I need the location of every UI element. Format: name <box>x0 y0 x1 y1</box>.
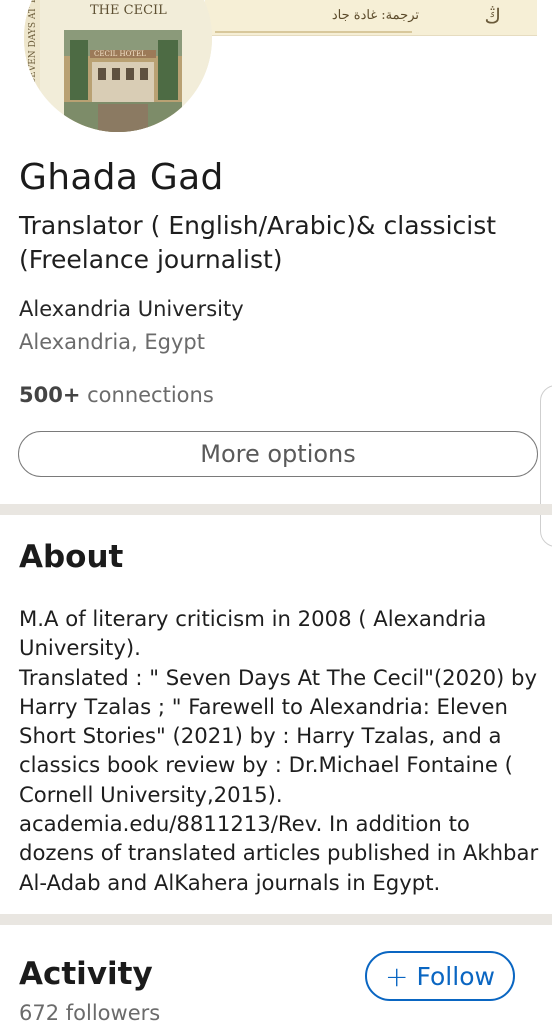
banner-text: ترجمة: غادة جاد <box>331 8 419 23</box>
book-spine-text: SEVEN DAYS AT THE <box>28 0 38 84</box>
followers-count: 672 followers <box>19 1001 161 1025</box>
plus-icon: + <box>385 959 409 993</box>
about-text: M.A of literary criticism in 2008 ( Alex… <box>19 606 539 895</box>
hotel-sign-text: CECIL HOTEL <box>94 50 146 58</box>
section-divider <box>0 504 552 515</box>
profile-name: Ghada Gad <box>19 157 224 198</box>
banner-logo-icon: ڭ <box>484 4 501 28</box>
follow-label: Follow <box>416 961 495 991</box>
profile-headline: Translator ( English/Arabic)& classicist… <box>19 211 497 274</box>
profile-photo[interactable]: SEVEN DAYS AT THE THE CECIL CECIL HOTEL <box>24 0 212 132</box>
activity-title: Activity <box>19 956 153 992</box>
side-edge-handle[interactable] <box>540 385 552 547</box>
banner-divider <box>215 31 412 33</box>
more-options-button[interactable]: More options <box>18 431 538 477</box>
about-title: About <box>19 539 124 575</box>
profile-location: Alexandria, Egypt <box>19 330 205 354</box>
cover-banner: ترجمة: غادة جاد ڭ <box>205 0 537 36</box>
follow-button[interactable]: + Follow <box>365 951 515 1001</box>
book-cover-image: SEVEN DAYS AT THE THE CECIL CECIL HOTEL <box>24 0 212 132</box>
book-title: THE CECIL <box>90 3 167 18</box>
profile-school[interactable]: Alexandria University <box>19 297 244 321</box>
section-divider <box>0 914 552 925</box>
connections-count[interactable]: 500+ connections <box>19 383 214 407</box>
connections-label: connections <box>80 383 214 407</box>
connections-number: 500+ <box>19 383 81 407</box>
